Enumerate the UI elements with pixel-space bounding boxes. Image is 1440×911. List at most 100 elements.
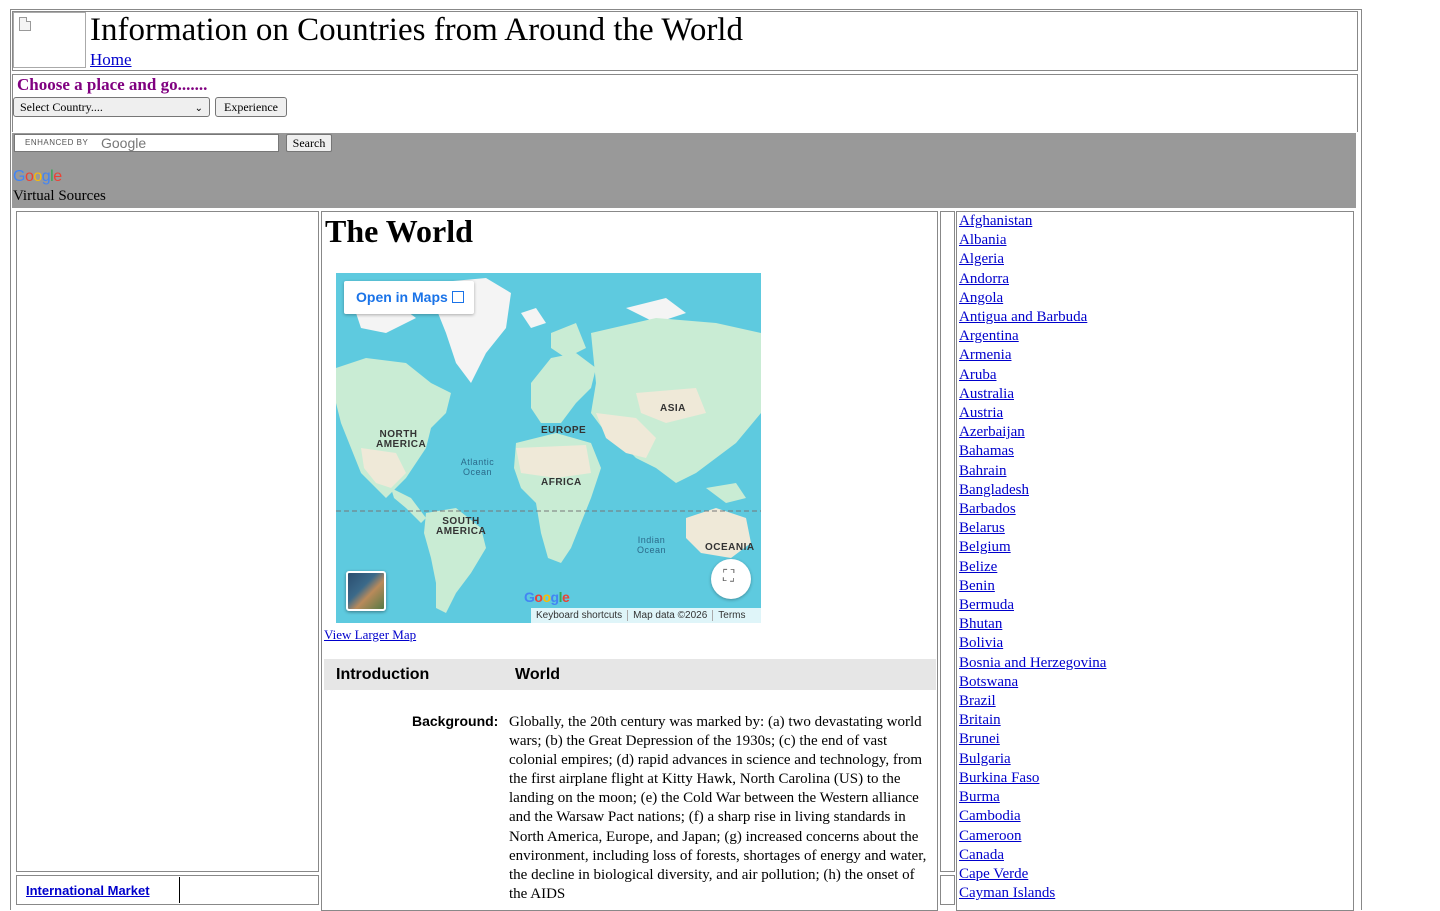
map-label-north-america: NORTH AMERICA xyxy=(376,429,427,450)
list-item: Andorra xyxy=(959,270,1106,289)
country-link[interactable]: Bulgaria xyxy=(959,751,1011,767)
list-item: Barbados xyxy=(959,500,1106,519)
list-item: Antigua and Barbuda xyxy=(959,308,1106,327)
country-link[interactable]: Albania xyxy=(959,232,1006,248)
country-list: Afghanistan Albania Algeria Andorra Angola An… xyxy=(959,212,1106,903)
international-market-link[interactable]: International Market xyxy=(26,883,150,898)
list-item: Azerbaijan xyxy=(959,423,1106,442)
country-link[interactable]: Algeria xyxy=(959,251,1004,267)
country-select-value: Select Country.... xyxy=(20,100,103,114)
country-link[interactable]: Aruba xyxy=(959,367,997,383)
list-item: Burma xyxy=(959,788,1106,807)
introduction-region: World xyxy=(515,666,561,683)
list-item: Angola xyxy=(959,289,1106,308)
country-link[interactable]: Bermuda xyxy=(959,597,1014,613)
map-camera-control[interactable]: ⛶ xyxy=(711,559,751,599)
country-link[interactable]: Cape Verde xyxy=(959,866,1028,882)
country-link[interactable]: Botswana xyxy=(959,674,1018,690)
map-data-label: Map data ©2026 xyxy=(628,610,714,621)
map-label-oceania: OCEANIA xyxy=(705,542,755,553)
list-item: Britain xyxy=(959,711,1106,730)
map-footer: Keyboard shortcuts Map data ©2026 Terms xyxy=(531,608,761,623)
list-item: Canada xyxy=(959,846,1106,865)
country-link[interactable]: Bhutan xyxy=(959,616,1002,632)
left-sidebar-bottom: International Market xyxy=(16,875,319,905)
list-item: Botswana xyxy=(959,673,1106,692)
list-item: Cape Verde xyxy=(959,865,1106,884)
country-link[interactable]: Benin xyxy=(959,578,995,594)
list-item: Bhutan xyxy=(959,615,1106,634)
list-item: Belarus xyxy=(959,519,1106,538)
country-link[interactable]: Bosnia and Herzegovina xyxy=(959,655,1106,671)
country-link[interactable]: Bangladesh xyxy=(959,482,1029,498)
country-select[interactable]: Select Country.... ⌄ xyxy=(13,97,210,117)
country-link[interactable]: Belize xyxy=(959,559,997,575)
list-item: Burkina Faso xyxy=(959,769,1106,788)
country-link[interactable]: Canada xyxy=(959,847,1004,863)
experience-button[interactable]: Experience xyxy=(215,97,287,117)
list-item: Bosnia and Herzegovina xyxy=(959,654,1106,673)
country-link[interactable]: Austria xyxy=(959,405,1003,421)
search-input[interactable]: ENHANCED BY Google xyxy=(14,134,279,152)
introduction-header: Introduction World xyxy=(324,659,936,690)
country-link[interactable]: Brunei xyxy=(959,731,1000,747)
country-link[interactable]: Britain xyxy=(959,712,1001,728)
list-item: Bahrain xyxy=(959,462,1106,481)
list-item: Brazil xyxy=(959,692,1106,711)
home-link[interactable]: Home xyxy=(90,50,132,70)
world-map[interactable]: Open in Maps NORTH AMERICA SOUTH AMERICA… xyxy=(336,273,761,623)
country-link[interactable]: Burkina Faso xyxy=(959,770,1039,786)
keyboard-shortcuts-link[interactable]: Keyboard shortcuts xyxy=(531,610,629,621)
view-larger-map-link[interactable]: View Larger Map xyxy=(324,627,416,643)
country-link[interactable]: Cameroon xyxy=(959,828,1021,844)
spacer-column-bottom xyxy=(940,875,955,905)
background-text: Globally, the 20th century was marked by… xyxy=(509,714,927,902)
country-link[interactable]: Belgium xyxy=(959,539,1011,555)
map-label-africa: AFRICA xyxy=(541,477,582,488)
open-in-maps-button[interactable]: Open in Maps xyxy=(344,281,474,314)
country-link[interactable]: Armenia xyxy=(959,347,1011,363)
list-item: Belgium xyxy=(959,538,1106,557)
country-link[interactable]: Cayman Islands xyxy=(959,885,1055,901)
list-item: Benin xyxy=(959,577,1106,596)
country-link[interactable]: Bahrain xyxy=(959,463,1006,479)
terms-link[interactable]: Terms xyxy=(713,610,750,621)
google-logo: Google xyxy=(13,168,62,185)
list-item: Aruba xyxy=(959,366,1106,385)
country-link[interactable]: Afghanistan xyxy=(959,213,1032,229)
list-item: Afghanistan xyxy=(959,212,1106,231)
country-link[interactable]: Bolivia xyxy=(959,635,1003,651)
list-item: Austria xyxy=(959,404,1106,423)
country-link[interactable]: Andorra xyxy=(959,271,1009,287)
map-label-south-america: SOUTH AMERICA xyxy=(436,516,487,537)
chooser-panel xyxy=(12,74,1358,132)
list-item: Cayman Islands xyxy=(959,884,1106,903)
divider xyxy=(179,877,180,903)
external-link-icon xyxy=(451,291,464,303)
country-link[interactable]: Belarus xyxy=(959,520,1005,536)
list-item: Bolivia xyxy=(959,634,1106,653)
country-link[interactable]: Azerbaijan xyxy=(959,424,1025,440)
country-link[interactable]: Cambodia xyxy=(959,808,1021,824)
site-title: Information on Countries from Around the… xyxy=(90,12,743,48)
list-item: Armenia xyxy=(959,346,1106,365)
list-item: Bangladesh xyxy=(959,481,1106,500)
country-link[interactable]: Australia xyxy=(959,386,1014,402)
country-link[interactable]: Brazil xyxy=(959,693,996,709)
satellite-layer-toggle[interactable] xyxy=(346,571,386,611)
country-link[interactable]: Burma xyxy=(959,789,1000,805)
list-item: Algeria xyxy=(959,250,1106,269)
map-label-indian-ocean: Indian Ocean xyxy=(636,535,667,555)
list-item: Australia xyxy=(959,385,1106,404)
country-link[interactable]: Angola xyxy=(959,290,1003,306)
list-item: Belize xyxy=(959,558,1106,577)
country-link[interactable]: Barbados xyxy=(959,501,1016,517)
country-link[interactable]: Argentina xyxy=(959,328,1019,344)
map-label-asia: ASIA xyxy=(660,403,686,414)
list-item: Cameroon xyxy=(959,827,1106,846)
map-label-europe: EUROPE xyxy=(541,425,587,436)
country-link[interactable]: Antigua and Barbuda xyxy=(959,309,1087,325)
list-item: Bulgaria xyxy=(959,750,1106,769)
search-button[interactable]: Search xyxy=(286,134,332,152)
country-link[interactable]: Bahamas xyxy=(959,443,1014,459)
